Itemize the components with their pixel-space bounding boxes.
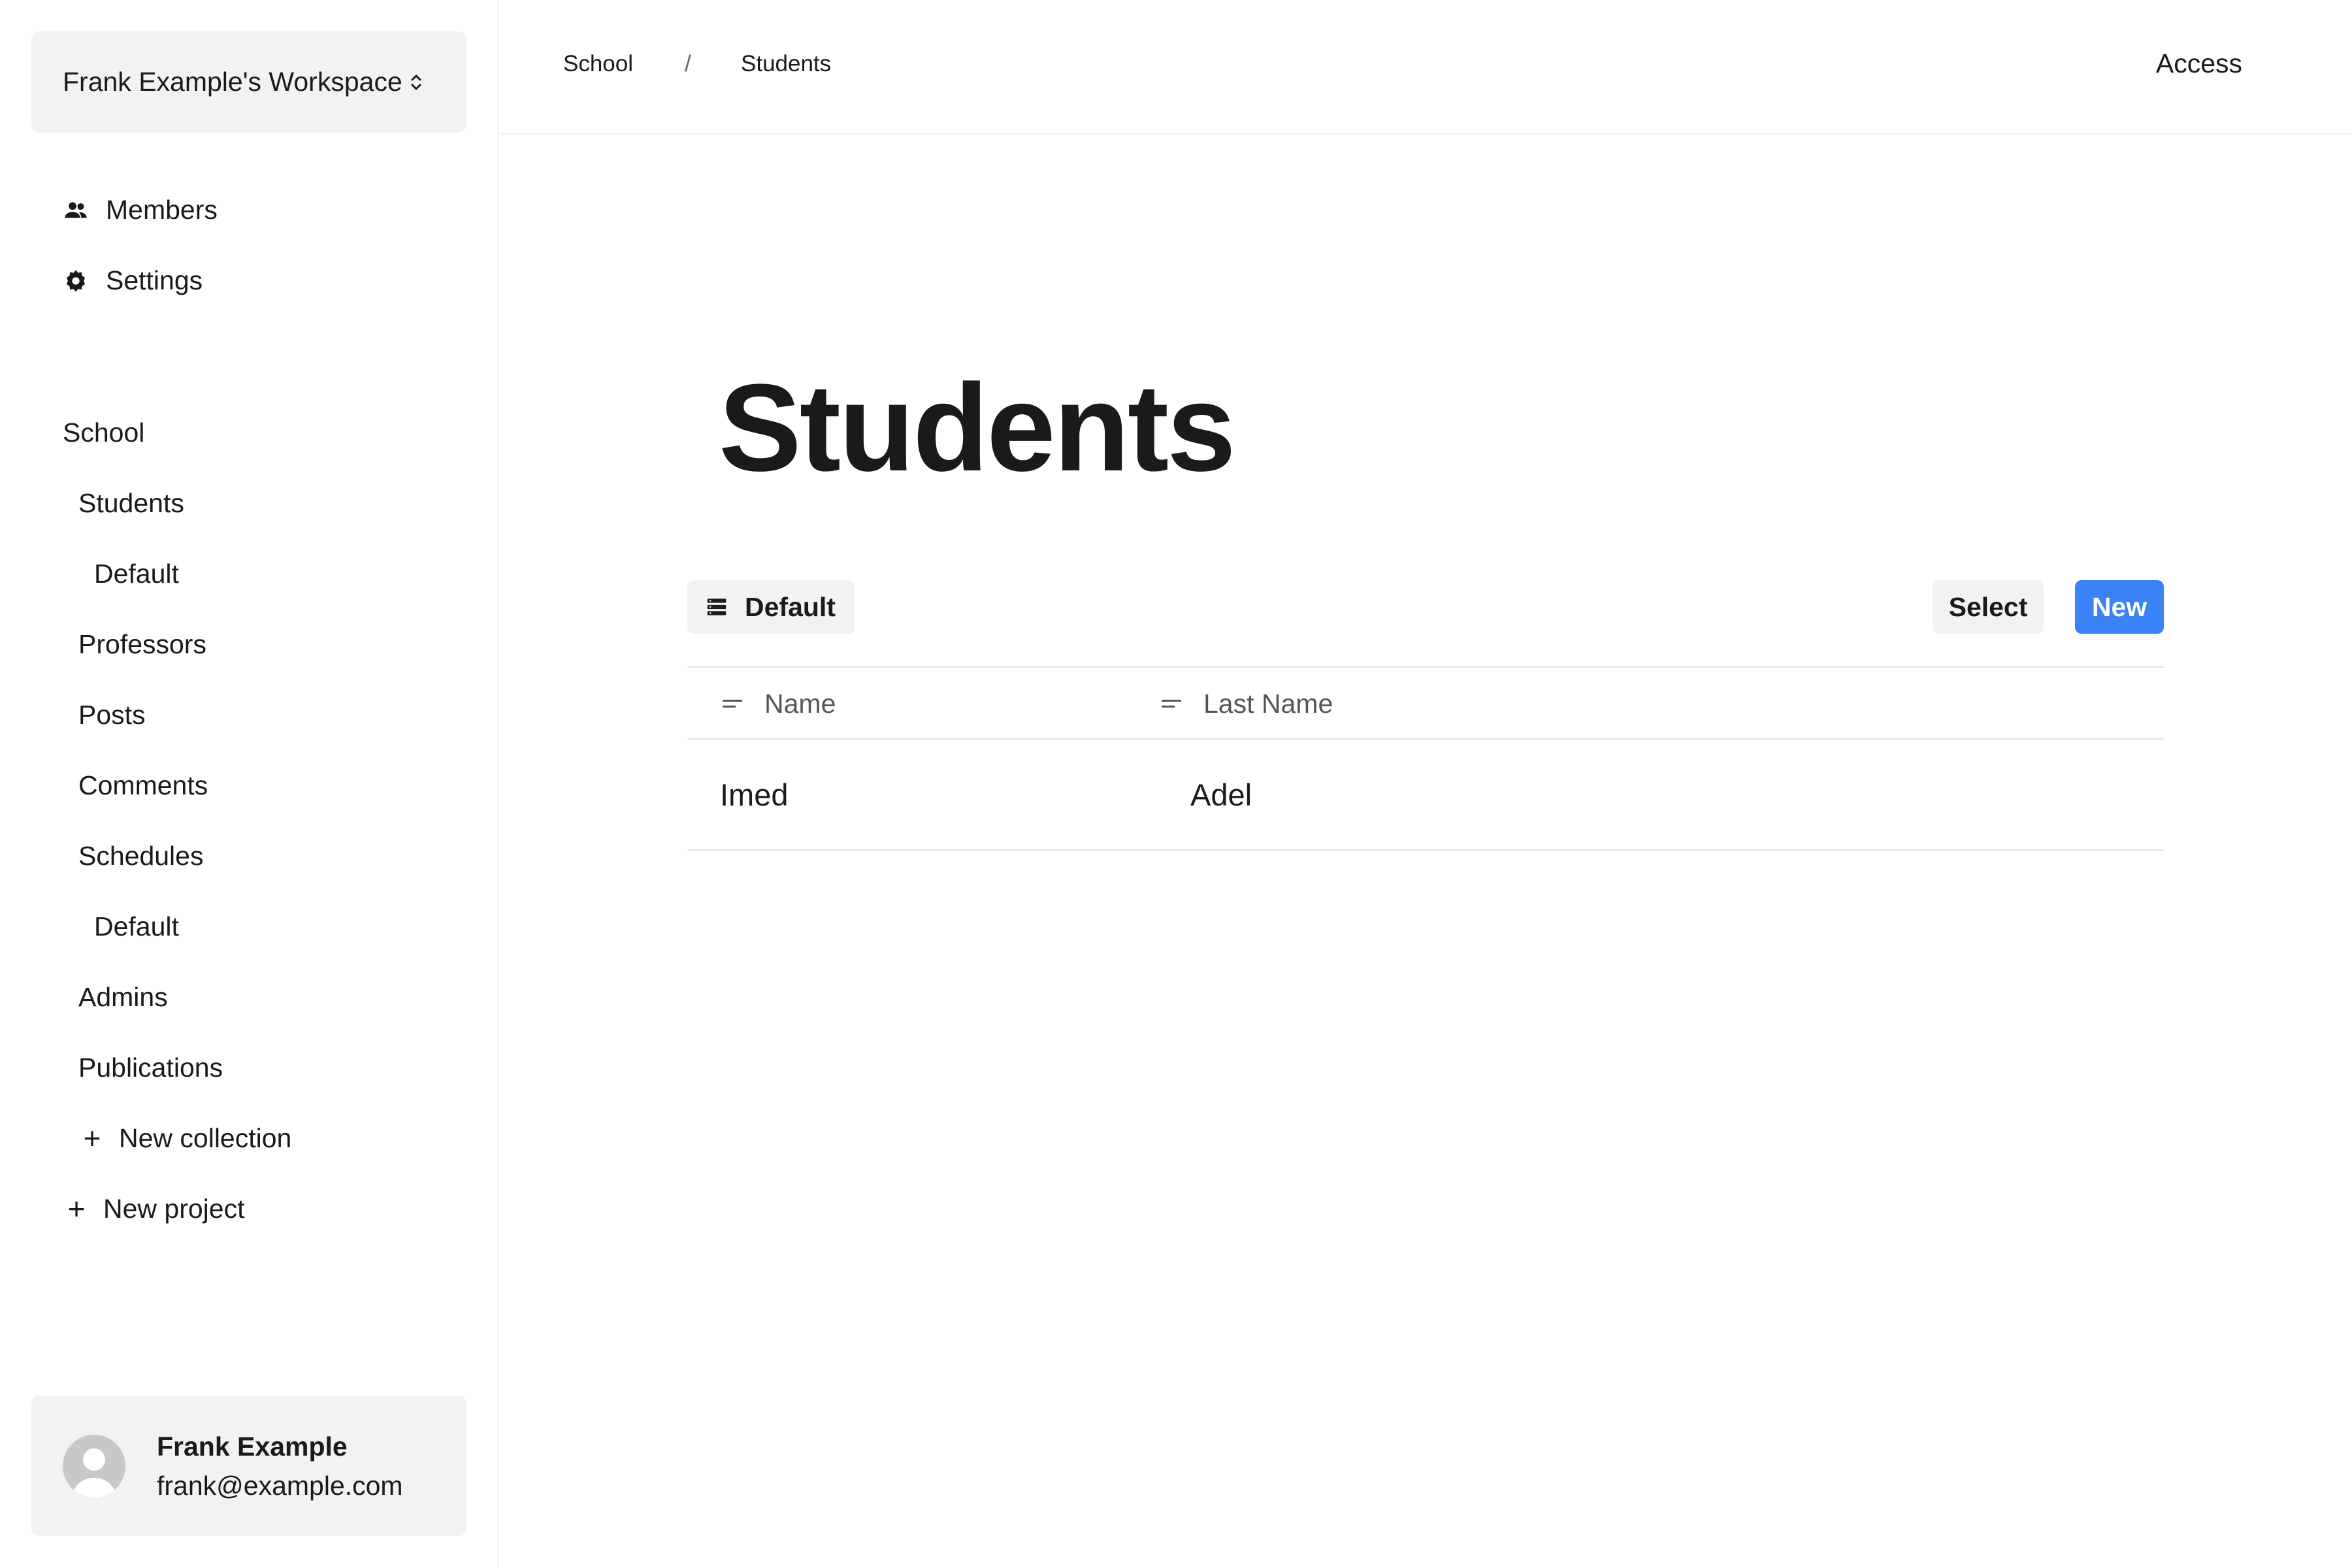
breadcrumb-item-school[interactable]: School <box>563 51 633 77</box>
sidebar-item-settings[interactable]: Settings <box>63 265 203 296</box>
sidebar-item-schedules-view-default[interactable]: Default <box>94 907 179 946</box>
cell-last-name: Adel <box>1190 777 1252 812</box>
avatar <box>63 1434 125 1497</box>
gear-icon <box>63 268 89 294</box>
column-label: Name <box>764 688 836 719</box>
sidebar-project-school[interactable]: School <box>63 413 144 452</box>
sidebar-item-members-label: Members <box>106 195 218 225</box>
plus-icon: + <box>67 1192 86 1226</box>
column-header-name[interactable]: Name <box>723 668 836 740</box>
sidebar-item-members[interactable]: Members <box>63 195 218 225</box>
new-button[interactable]: New <box>2075 580 2164 634</box>
breadcrumb-item-students[interactable]: Students <box>741 51 831 77</box>
sidebar-item-publications[interactable]: Publications <box>78 1048 223 1087</box>
collection-label: Publications <box>78 1052 223 1083</box>
topbar: School / Students Access <box>500 0 2352 135</box>
sidebar-item-settings-label: Settings <box>106 265 203 295</box>
view-label: Default <box>94 558 179 589</box>
view-label: Default <box>745 591 836 622</box>
user-name: Frank Example <box>157 1431 348 1462</box>
project-label: School <box>63 417 145 448</box>
new-project-button[interactable]: + New project <box>67 1189 245 1228</box>
new-project-label: New project <box>103 1193 245 1224</box>
plus-icon: + <box>83 1121 101 1155</box>
collection-label: Schedules <box>78 840 204 871</box>
view-label: Default <box>94 911 179 941</box>
sidebar-item-schedules[interactable]: Schedules <box>78 836 203 875</box>
sidebar-item-posts[interactable]: Posts <box>78 695 146 734</box>
new-collection-button[interactable]: + New collection <box>82 1119 292 1158</box>
column-header-last-name[interactable]: Last Name <box>1162 668 1333 740</box>
collection-label: Posts <box>78 699 146 730</box>
chevron-up-down-icon <box>411 74 421 90</box>
sidebar-item-admins[interactable]: Admins <box>78 977 168 1017</box>
new-collection-label: New collection <box>119 1122 292 1153</box>
collection-label: Students <box>78 487 184 518</box>
table-view-icon <box>707 598 727 615</box>
sidebar-item-students[interactable]: Students <box>78 483 184 523</box>
column-label: Last Name <box>1203 688 1333 719</box>
view-selector-button[interactable]: Default <box>687 580 855 634</box>
records-table: Name Last Name Imed Adel <box>687 666 2164 851</box>
sidebar-item-professors[interactable]: Professors <box>78 625 206 664</box>
table-row[interactable]: Imed Adel <box>687 740 2164 851</box>
members-icon <box>63 197 89 223</box>
sidebar-item-comments[interactable]: Comments <box>78 766 208 805</box>
collection-label: Comments <box>78 770 208 800</box>
user-silhouette-icon <box>73 1448 115 1497</box>
table-header: Name Last Name <box>687 666 2164 740</box>
text-field-icon <box>1162 700 1181 708</box>
workspace-switcher[interactable]: Frank Example's Workspace <box>31 31 466 133</box>
page-title: Students <box>719 359 1236 497</box>
user-card[interactable]: Frank Example frank@example.com <box>31 1396 466 1536</box>
user-email: frank@example.com <box>157 1470 403 1501</box>
access-button[interactable]: Access <box>2156 48 2242 79</box>
app-root: Frank Example's Workspace Members Settin… <box>0 0 2352 1568</box>
breadcrumb-separator: / <box>685 51 691 76</box>
collection-label: Admins <box>78 981 168 1012</box>
collection-label: Professors <box>78 629 206 659</box>
select-button[interactable]: Select <box>1933 580 2044 634</box>
cell-name: Imed <box>720 777 789 812</box>
sidebar-item-students-view-default[interactable]: Default <box>94 554 179 593</box>
text-field-icon <box>723 700 742 708</box>
sidebar: Frank Example's Workspace Members Settin… <box>0 0 499 1568</box>
workspace-name: Frank Example's Workspace <box>63 67 402 97</box>
